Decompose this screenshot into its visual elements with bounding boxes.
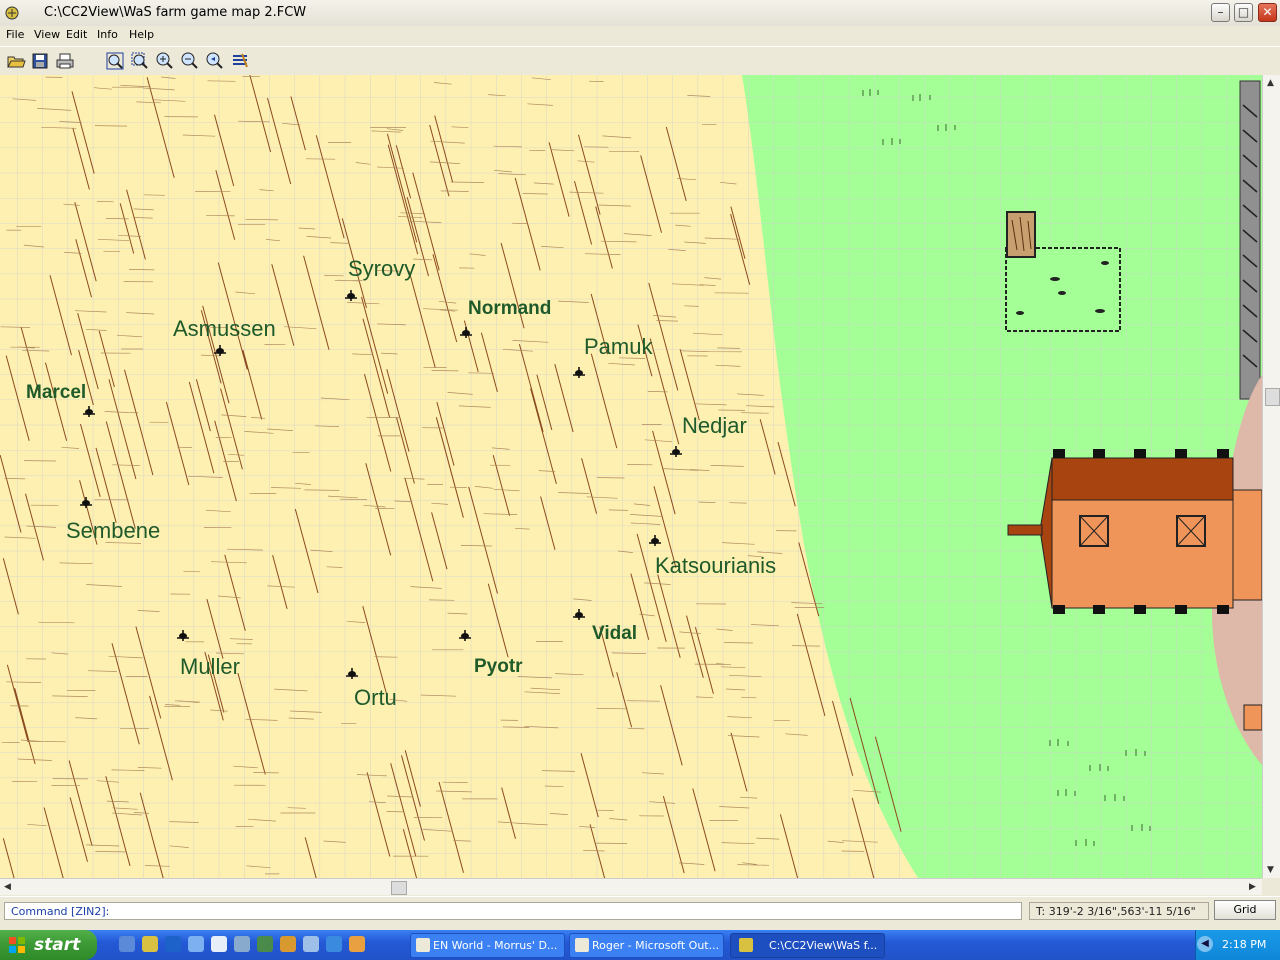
character-label: Sembene bbox=[66, 518, 160, 543]
map-canvas[interactable]: Syrovy Normand Asmussen Pamuk Marcel Nedjar Se… bbox=[0, 75, 1262, 878]
pen-shed bbox=[1006, 211, 1036, 258]
cc2-icon bbox=[739, 938, 753, 952]
tray-expand-icon[interactable]: ◀ bbox=[1197, 936, 1213, 952]
zoom-extents-icon[interactable] bbox=[105, 51, 125, 71]
outlook-quick-icon[interactable] bbox=[188, 936, 204, 952]
task-label: EN World - Morrus' D... bbox=[433, 939, 558, 952]
zoom-previous-icon[interactable] bbox=[205, 51, 225, 71]
character-label: Syrovy bbox=[348, 256, 415, 281]
outlook-icon bbox=[575, 938, 589, 952]
people-icon[interactable] bbox=[349, 936, 365, 952]
task-label: C:\CC2View\WaS f... bbox=[769, 939, 878, 952]
menu-file[interactable]: File bbox=[6, 28, 24, 41]
character-label: Nedjar bbox=[682, 413, 747, 438]
app-icon[interactable] bbox=[4, 5, 20, 21]
coordinate-readout: T: 319'-2 3/16",563'-11 5/16" bbox=[1029, 902, 1209, 920]
menu-bar bbox=[0, 26, 1280, 45]
save-icon[interactable] bbox=[30, 51, 50, 71]
window-title: C:\CC2View\WaS farm game map 2.FCW bbox=[44, 5, 307, 20]
vertical-scrollbar[interactable]: ▲ ▼ bbox=[1262, 75, 1280, 878]
scroll-up-icon[interactable]: ▲ bbox=[1267, 78, 1274, 88]
zoom-in-icon[interactable] bbox=[155, 51, 175, 71]
search-icon[interactable] bbox=[234, 936, 250, 952]
task-outlook[interactable]: Roger - Microsoft Out... bbox=[569, 933, 724, 958]
close-button[interactable]: ✕ bbox=[1258, 3, 1277, 22]
animal-pen bbox=[1005, 247, 1121, 332]
grid-button[interactable]: Grid bbox=[1214, 900, 1276, 920]
cc2-icon[interactable] bbox=[142, 936, 158, 952]
media-player-icon[interactable] bbox=[211, 936, 227, 952]
menu-info[interactable]: Info bbox=[97, 28, 118, 41]
menu-edit[interactable]: Edit bbox=[66, 28, 87, 41]
app-a-icon[interactable] bbox=[165, 936, 181, 952]
character-label: Asmussen bbox=[173, 316, 276, 341]
layers-icon[interactable] bbox=[230, 51, 250, 71]
messenger-icon[interactable] bbox=[280, 936, 296, 952]
clock[interactable]: 2:18 PM bbox=[1222, 930, 1266, 960]
character-label: Vidal bbox=[592, 623, 637, 644]
horizontal-scrollbar[interactable]: ◀ ▶ bbox=[0, 878, 1262, 895]
minimize-button[interactable]: – bbox=[1211, 3, 1230, 22]
scroll-right-icon[interactable]: ▶ bbox=[1249, 882, 1256, 892]
task-en-world[interactable]: EN World - Morrus' D... bbox=[410, 933, 565, 958]
windows-logo-icon bbox=[9, 937, 25, 953]
music-icon[interactable] bbox=[303, 936, 319, 952]
excel-icon[interactable] bbox=[257, 936, 273, 952]
scroll-down-icon[interactable]: ▼ bbox=[1267, 865, 1274, 875]
open-icon[interactable] bbox=[6, 51, 26, 71]
character-label: Pyotr bbox=[474, 656, 523, 677]
menu-help[interactable]: Help bbox=[129, 28, 154, 41]
show-desktop-icon[interactable] bbox=[119, 936, 135, 952]
menu-view[interactable]: View bbox=[34, 28, 60, 41]
scroll-left-icon[interactable]: ◀ bbox=[4, 882, 11, 892]
character-label: Marcel bbox=[26, 382, 86, 403]
task-label: Roger - Microsoft Out... bbox=[592, 939, 720, 952]
zoom-out-icon[interactable] bbox=[180, 51, 200, 71]
scroll-corner bbox=[1262, 878, 1280, 895]
command-line[interactable]: Command [ZIN2]: bbox=[4, 902, 1022, 920]
print-icon[interactable] bbox=[55, 51, 75, 71]
zoom-window-icon[interactable] bbox=[130, 51, 150, 71]
horizontal-scroll-thumb[interactable] bbox=[391, 881, 407, 895]
stone-wall bbox=[1239, 80, 1261, 400]
character-label: Katsourianis bbox=[655, 553, 776, 578]
character-label: Normand bbox=[468, 298, 551, 319]
character-label: Ortu bbox=[354, 685, 397, 710]
character-label: Pamuk bbox=[584, 334, 653, 359]
browser-icon bbox=[416, 938, 430, 952]
vertical-scroll-thumb[interactable] bbox=[1265, 388, 1280, 406]
task-cc2view[interactable]: C:\CC2View\WaS f... bbox=[730, 933, 885, 958]
internet-explorer-icon[interactable] bbox=[326, 936, 342, 952]
character-label: Muller bbox=[180, 654, 240, 679]
maximize-button[interactable]: □ bbox=[1234, 3, 1253, 22]
